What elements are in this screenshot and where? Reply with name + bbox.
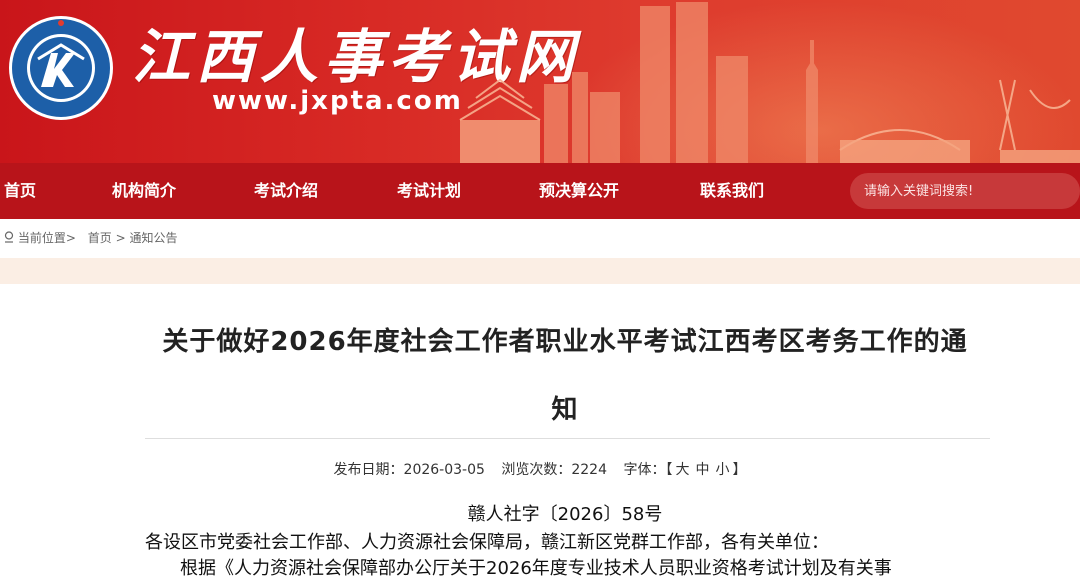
publish-date-label: 发布日期：	[333, 462, 404, 478]
breadcrumb-prefix: 当前位置>	[17, 231, 76, 245]
breadcrumb-current[interactable]: 通知公告	[129, 231, 177, 245]
nav-item-exam-intro[interactable]: 考试介绍	[254, 163, 318, 219]
font-size-small-button[interactable]: 小	[715, 462, 729, 478]
title-divider	[145, 438, 990, 439]
nav-item-budget[interactable]: 预决算公开	[539, 163, 619, 219]
article-card: 关于做好2026年度社会工作者职业水平考试江西考区考务工作的通 知 发布日期：2…	[0, 284, 1080, 579]
font-size-medium-button[interactable]: 中	[695, 462, 709, 478]
article-title: 关于做好2026年度社会工作者职业水平考试江西考区考务工作的通 知	[140, 308, 990, 444]
view-count: 浏览次数：2224	[501, 462, 607, 478]
article-addressee: 各设区市党委社会工作部、人力资源社会保障局，赣江新区党群工作部，各有关单位：	[145, 532, 829, 553]
nav-item-about[interactable]: 机构简介	[112, 163, 176, 219]
nav-item-exam-plan[interactable]: 考试计划	[397, 163, 461, 219]
site-url: www.jxpta.com	[212, 86, 463, 116]
location-pin-icon	[4, 231, 14, 243]
article-title-line1: 关于做好2026年度社会工作者职业水平考试江西考区考务工作的通	[162, 327, 968, 357]
article-title-line2: 知	[551, 395, 579, 425]
site-banner: 江西人事考试网 www.jxpta.com	[0, 0, 1080, 163]
jxpta-emblem-icon[interactable]	[8, 15, 114, 121]
document-number: 赣人社字〔2026〕58号	[467, 504, 663, 525]
city-skyline-illustration	[459, 2, 1080, 163]
nav-item-contact[interactable]: 联系我们	[700, 163, 764, 219]
breadcrumb: 当前位置> 首页 > 通知公告	[4, 229, 177, 247]
nav-item-home[interactable]: 首页	[4, 163, 36, 219]
publish-date: 发布日期：2026-03-05	[334, 462, 485, 478]
view-count-label: 浏览次数：	[501, 462, 572, 478]
font-size-large-button[interactable]: 大	[675, 462, 689, 478]
breadcrumb-home-link[interactable]: 首页	[88, 231, 112, 245]
font-size-label: 字体：	[623, 462, 666, 478]
font-bracket-close: 】	[732, 462, 747, 478]
content-top-strip	[0, 258, 1080, 284]
article-area: 关于做好2026年度社会工作者职业水平考试江西考区考务工作的通 知 发布日期：2…	[0, 284, 1080, 579]
article-body-paragraph: 根据《人力资源社会保障部办公厅关于2026年度专业技术人员职业资格考试计划及有关…	[180, 558, 892, 579]
font-size-controls: 字体：【大中小】	[623, 462, 746, 478]
font-bracket-open: 【	[665, 462, 673, 478]
search-input[interactable]	[850, 173, 1080, 209]
publish-date-value: 2026-03-05	[403, 462, 485, 478]
breadcrumb-separator: >	[115, 231, 126, 245]
article-meta: 发布日期：2026-03-05 浏览次数：2224 字体：【大中小】	[0, 459, 1080, 479]
view-count-value: 2224	[571, 462, 607, 478]
